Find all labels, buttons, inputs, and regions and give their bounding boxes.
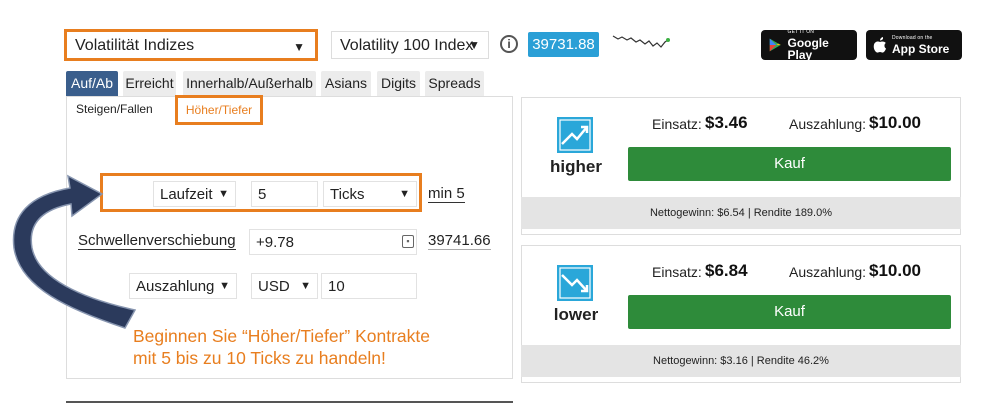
trend-up-icon: [557, 117, 593, 153]
subtab-steigen-fallen[interactable]: Steigen/Fallen: [76, 102, 153, 116]
google-play-label: Google Play: [787, 35, 829, 62]
apple-icon: [873, 37, 886, 53]
higher-stake-label: Einsatz:: [652, 116, 702, 132]
trend-down-icon: [557, 265, 593, 301]
barrier-offset-input[interactable]: +9.78: [249, 229, 417, 255]
chevron-down-icon: ▼: [399, 188, 410, 200]
spot-price-badge: 39731.88: [528, 32, 599, 57]
market-select-value: Volatilität Indizes: [75, 37, 195, 54]
higher-payout-value: $10.00: [869, 113, 921, 132]
google-play-icon: [769, 38, 781, 52]
tab-asians[interactable]: Asians: [321, 71, 371, 96]
tab-spreads[interactable]: Spreads: [425, 71, 484, 96]
lower-payout-label: Auszahlung:: [789, 264, 867, 280]
chevron-down-icon: ▼: [300, 280, 311, 292]
lower-stake-label: Einsatz:: [652, 264, 702, 280]
submarket-select[interactable]: Volatility 100 Index ▼: [331, 31, 489, 59]
higher-net-profit: Nettogewinn: $6.54 | Rendite 189.0%: [521, 197, 961, 229]
market-select[interactable]: Volatilität Indizes ▼: [64, 29, 318, 61]
chevron-down-icon: ▼: [219, 280, 230, 292]
lower-payout-value: $10.00: [869, 261, 921, 280]
google-play-small-text: GET IT ON: [787, 28, 815, 35]
subtab-hoeher-tiefer[interactable]: Höher/Tiefer: [175, 95, 263, 125]
annotation-line-1: Beginnen Sie “Höher/Tiefer” Kontrakte: [133, 326, 431, 346]
app-store-label: App Store: [892, 41, 950, 56]
annotation-text: Beginnen Sie “Höher/Tiefer” Kontrakte mi…: [133, 325, 473, 369]
annotation-line-2: mit 5 bis zu 10 Ticks zu handeln!: [133, 348, 386, 368]
currency-select[interactable]: USD ▼: [251, 273, 318, 299]
currency-value: USD: [258, 278, 290, 295]
barrier-price: 39741.66: [428, 232, 491, 250]
tab-erreicht[interactable]: Erreicht: [123, 71, 176, 96]
price-sparkline: [612, 35, 670, 48]
chevron-down-icon: ▼: [218, 188, 229, 200]
duration-unit-select[interactable]: Ticks ▼: [323, 181, 417, 207]
lower-buy-button[interactable]: Kauf: [628, 295, 951, 329]
duration-type-value: Laufzeit: [160, 186, 213, 203]
barrier-offset-value: +9.78: [256, 234, 294, 251]
higher-contract-name: higher: [550, 157, 602, 176]
app-store-button[interactable]: Download on the App Store: [866, 30, 962, 60]
calculator-icon[interactable]: ▪: [402, 235, 414, 248]
duration-min-label: min 5: [428, 185, 465, 203]
submarket-select-value: Volatility 100 Index: [340, 37, 474, 54]
tab-innerhalb-ausserhalb[interactable]: Innerhalb/Außerhalb: [183, 71, 316, 96]
duration-type-select[interactable]: Laufzeit ▼: [153, 181, 236, 207]
tab-auf-ab[interactable]: Auf/Ab: [66, 71, 118, 96]
info-icon[interactable]: i: [500, 35, 518, 53]
tab-digits[interactable]: Digits: [377, 71, 420, 96]
amount-input[interactable]: 10: [321, 273, 417, 299]
chevron-down-icon: ▼: [293, 40, 305, 54]
lower-contract-name: lower: [553, 305, 599, 324]
google-play-button[interactable]: GET IT ON Google Play: [761, 28, 857, 62]
higher-payout-label: Auszahlung:: [789, 116, 867, 132]
lower-stake-value: $6.84: [705, 261, 748, 280]
higher-stake-value: $3.46: [705, 113, 748, 132]
chevron-down-icon: ▼: [468, 38, 480, 52]
duration-value-input[interactable]: 5: [251, 181, 318, 207]
higher-buy-button[interactable]: Kauf: [628, 147, 951, 181]
app-store-small-text: Download on the: [892, 34, 933, 41]
lower-net-profit: Nettogewinn: $3.16 | Rendite 46.2%: [521, 345, 961, 377]
duration-unit-value: Ticks: [330, 186, 365, 203]
